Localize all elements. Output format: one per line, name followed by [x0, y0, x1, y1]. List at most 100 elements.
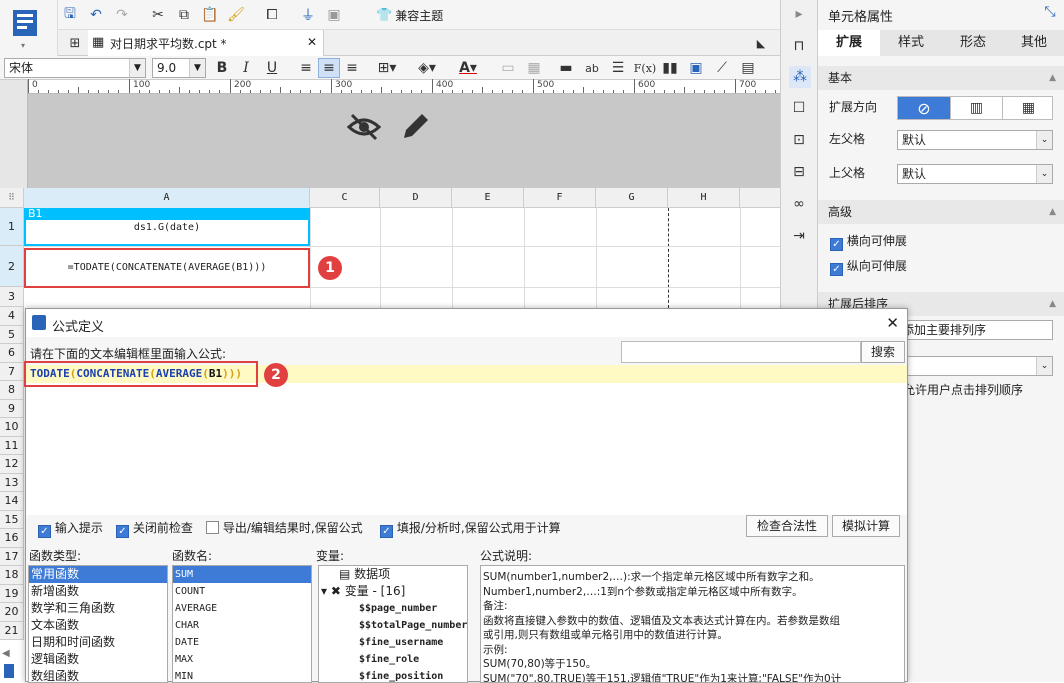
paste-icon[interactable]: 📋 [200, 5, 220, 25]
func-name-item[interactable]: COUNT [173, 583, 311, 600]
formula-icon[interactable]: F(x) [634, 58, 656, 78]
sort-type-select[interactable]: ⌄ [897, 356, 1053, 376]
top-parent-select[interactable]: 默认⌄ [897, 164, 1053, 184]
row-header[interactable]: 3 [0, 287, 24, 307]
func-type-item[interactable]: 常用函数 [29, 566, 167, 583]
font-color-icon[interactable]: A▾ [452, 58, 484, 78]
fill-color-icon[interactable]: ◈▾ [414, 58, 440, 78]
align-center-icon[interactable]: ≡ [318, 58, 340, 78]
format-painter-icon[interactable]: 🖌 [226, 5, 246, 25]
column-header-g[interactable]: G [596, 188, 668, 208]
save-icon[interactable]: 🖫 [60, 5, 80, 25]
sheet-tab-icon[interactable] [4, 664, 14, 678]
row-header[interactable]: 17 [0, 548, 24, 567]
text-cell-icon[interactable]: ▬ [556, 58, 576, 78]
column-header-d[interactable]: D [380, 188, 452, 208]
row-header[interactable]: 2 [0, 246, 24, 287]
variable-item[interactable]: ▤ 数据项 [319, 566, 467, 583]
cell-a1[interactable]: B1 ds1.G(date) [24, 208, 310, 246]
left-parent-select[interactable]: 默认⌄ [897, 130, 1053, 150]
basic-section-header[interactable]: 基本▲ [818, 66, 1064, 90]
func-name-item[interactable]: AVERAGE [173, 600, 311, 617]
file-tab[interactable]: ▦ 对日期求平均数.cpt * ✕ [88, 30, 324, 56]
font-size-select[interactable]: 9.0▼ [152, 58, 206, 78]
variable-item[interactable]: $fine_username [319, 634, 467, 651]
column-header-h[interactable]: H [668, 188, 740, 208]
opt-export-keep[interactable]: 导出/编辑结果时,保留公式 [206, 519, 363, 536]
func-name-item[interactable]: MIN [173, 668, 311, 683]
bold-button[interactable]: B [212, 58, 232, 78]
v-stretch-checkbox[interactable]: ✓ 纵向可伸展 [830, 257, 907, 276]
row-header[interactable]: 21 [0, 622, 24, 641]
no-expand-icon[interactable]: ⊘ [898, 97, 950, 119]
row-header[interactable]: 16 [0, 529, 24, 548]
image-icon[interactable]: ▣ [686, 58, 706, 78]
column-header-c[interactable]: C [310, 188, 380, 208]
subreport-icon[interactable]: ▤ [738, 58, 758, 78]
cell-attr-icon[interactable]: ⁂ [789, 66, 811, 88]
cell-a2[interactable]: =TODATE(CONCATENATE(AVERAGE(B1))) [24, 248, 310, 288]
grid-view-icon[interactable]: ⊞ [66, 34, 84, 52]
row-header[interactable]: 15 [0, 511, 24, 530]
horizontal-expand-icon[interactable]: ▦ [1002, 97, 1054, 119]
widget-icon[interactable]: ⊡ [789, 130, 809, 150]
advanced-section-header[interactable]: 高级▲ [818, 200, 1064, 224]
rich-text-icon[interactable]: ☰ [608, 58, 628, 78]
edit-pencil-icon[interactable] [398, 110, 432, 144]
func-type-item[interactable]: 数学和三角函数 [29, 600, 167, 617]
simulate-button[interactable]: 模拟计算 [832, 515, 900, 537]
row-header[interactable]: 8 [0, 381, 24, 400]
select-all-corner[interactable]: ⠿ [0, 188, 24, 208]
row-header[interactable]: 19 [0, 585, 24, 604]
row-header[interactable]: 5 [0, 326, 24, 345]
cell-element-icon[interactable]: ⊓ [789, 36, 809, 56]
close-tab-icon[interactable]: ✕ [307, 35, 317, 49]
row-header[interactable]: 14 [0, 492, 24, 511]
variable-item[interactable]: $fine_role [319, 651, 467, 668]
column-header-e[interactable]: E [452, 188, 524, 208]
func-name-item[interactable]: DATE [173, 634, 311, 651]
align-right-icon[interactable]: ≡ [342, 58, 362, 78]
import-icon[interactable]: ⇥ [789, 226, 809, 246]
row-header[interactable]: 18 [0, 566, 24, 585]
allow-user-sort-label[interactable]: 允许用户点击排列顺序 [903, 381, 1023, 398]
merge-cells-icon[interactable]: ▭ [498, 58, 518, 78]
underline-button[interactable]: U [262, 58, 282, 78]
border-icon[interactable]: ⊞▾ [374, 58, 400, 78]
row-header[interactable]: 20 [0, 603, 24, 622]
func-name-item[interactable]: SUM [173, 566, 311, 583]
slash-cell-icon[interactable]: ⟋ [712, 58, 732, 78]
compat-theme-button[interactable]: 👕 兼容主题 [376, 6, 443, 24]
column-header-f[interactable]: F [524, 188, 596, 208]
font-name-select[interactable]: 宋体▼ [4, 58, 146, 78]
cut-icon[interactable]: ✂ [148, 5, 168, 25]
preview-icon[interactable]: ⧠ [262, 5, 282, 25]
italic-button[interactable]: I [236, 58, 256, 78]
variable-item[interactable]: $$page_number [319, 600, 467, 617]
ab-text-icon[interactable]: ab [582, 58, 602, 78]
opt-check-before-close[interactable]: ✓ 关闭前检查 [116, 519, 193, 538]
func-name-item[interactable]: MAX [173, 651, 311, 668]
row-header[interactable]: 10 [0, 418, 24, 437]
condition-icon[interactable]: ⊟ [789, 162, 809, 182]
opt-fill-keep[interactable]: ✓ 填报/分析时,保留公式用于计算 [380, 519, 561, 538]
row-header[interactable]: 7 [0, 363, 24, 382]
row-header[interactable]: 6 [0, 344, 24, 363]
row-header[interactable]: 1 [0, 208, 24, 246]
row-header[interactable]: 11 [0, 437, 24, 456]
func-name-item[interactable]: CHAR [173, 617, 311, 634]
variable-item[interactable]: $$totalPage_number [319, 617, 467, 634]
copy-icon[interactable]: ⧉ [174, 5, 194, 25]
redo-icon[interactable]: ↷ [112, 5, 132, 25]
vertical-expand-icon[interactable]: ▥ [950, 97, 1002, 119]
h-stretch-checkbox[interactable]: ✓ 横向可伸展 [830, 232, 907, 251]
variable-item[interactable]: $fine_position [319, 668, 467, 683]
check-validity-button[interactable]: 检查合法性 [746, 515, 828, 537]
opt-input-hint[interactable]: ✓ 输入提示 [38, 519, 103, 538]
dialog-close-icon[interactable]: ✕ [886, 314, 899, 332]
func-type-item[interactable]: 新增函数 [29, 583, 167, 600]
row-header[interactable]: 13 [0, 474, 24, 493]
tab-style[interactable]: 样式 [880, 30, 942, 56]
tab-menu-icon[interactable]: ◣ [752, 34, 770, 52]
row-header[interactable]: 9 [0, 400, 24, 419]
